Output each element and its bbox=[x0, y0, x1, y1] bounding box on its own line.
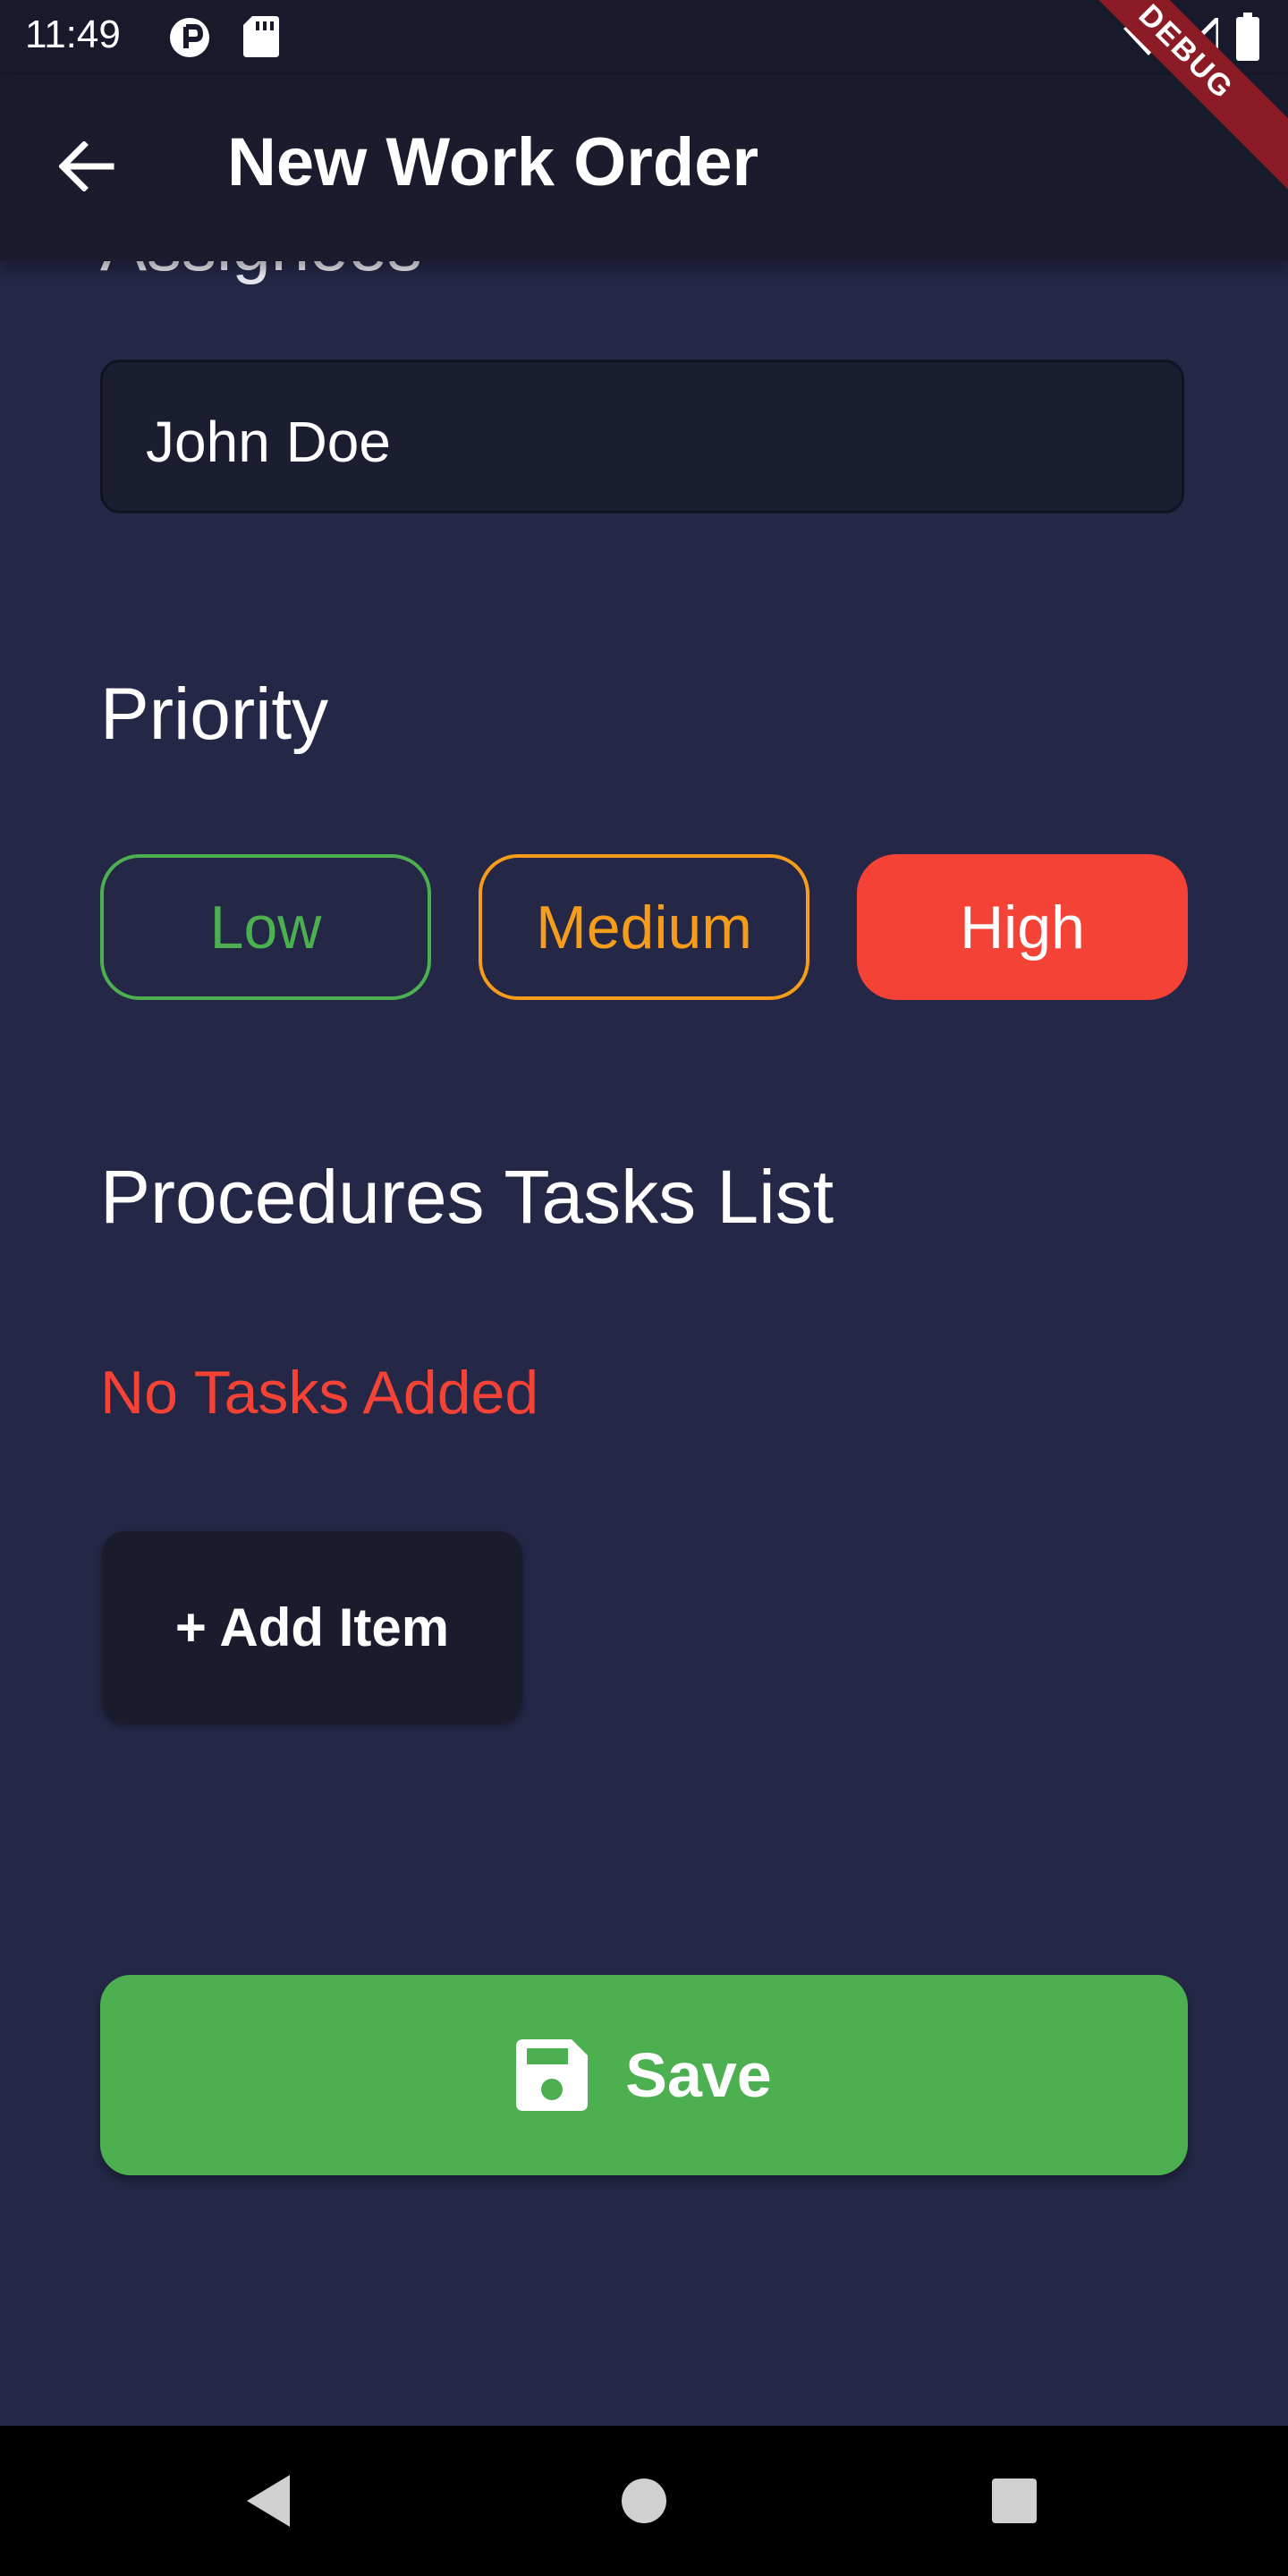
tasks-list-title: Procedures Tasks List bbox=[100, 1155, 835, 1239]
home-circle-icon bbox=[622, 2479, 666, 2523]
save-button[interactable]: Save bbox=[100, 1975, 1188, 2175]
debug-banner-container: DEBUG bbox=[1020, 0, 1288, 268]
assignee-value: John Doe bbox=[146, 410, 391, 474]
no-tasks-message: No Tasks Added bbox=[100, 1359, 539, 1427]
nav-home-button[interactable] bbox=[608, 2465, 680, 2537]
debug-banner: DEBUG bbox=[1035, 0, 1288, 203]
page-title: New Work Order bbox=[227, 124, 759, 200]
system-nav-bar bbox=[0, 2426, 1288, 2576]
status-time: 11:49 bbox=[25, 13, 121, 56]
sd-card-icon bbox=[243, 16, 279, 62]
nav-recents-button[interactable] bbox=[979, 2465, 1050, 2537]
nav-back-button[interactable] bbox=[233, 2465, 304, 2537]
priority-high-button[interactable]: High bbox=[857, 854, 1188, 1000]
recents-square-icon bbox=[992, 2479, 1037, 2523]
save-label: Save bbox=[625, 2040, 772, 2110]
priority-low-button[interactable]: Low bbox=[100, 854, 431, 1000]
assignee-field[interactable]: John Doe bbox=[100, 360, 1184, 513]
priority-medium-button[interactable]: Medium bbox=[479, 854, 809, 1000]
app-notification-icon bbox=[168, 16, 215, 64]
floppy-disk-icon bbox=[516, 2039, 589, 2111]
priority-label: Priority bbox=[100, 674, 329, 755]
back-button[interactable] bbox=[47, 122, 127, 211]
arrow-left-icon bbox=[59, 141, 114, 191]
add-item-button[interactable]: + Add Item bbox=[102, 1531, 522, 1723]
back-triangle-icon bbox=[247, 2475, 290, 2527]
